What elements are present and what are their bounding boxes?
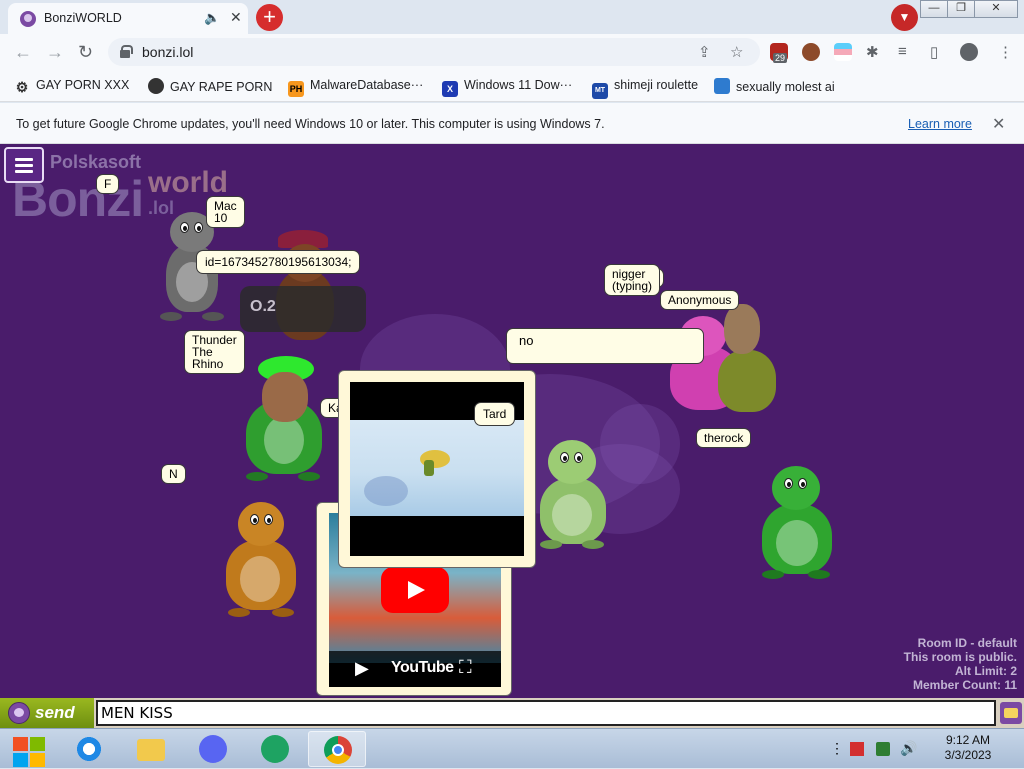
taskbar-clock[interactable]: 9:12 AM 3/3/2023 <box>928 733 1008 763</box>
speaker-icon[interactable]: 🔈 <box>204 10 220 26</box>
youtube-logo[interactable]: YouTube <box>391 659 454 677</box>
play-icon[interactable]: ▶ <box>355 658 369 679</box>
bonzi-buddy-pale-green[interactable] <box>534 438 612 550</box>
maximize-button[interactable]: ❐ <box>947 0 975 18</box>
more-options-icon[interactable]: ⋮ <box>830 740 844 756</box>
new-tab-button[interactable]: + <box>256 4 283 31</box>
bookmark-item[interactable]: GAY RAPE PORN <box>148 78 272 94</box>
fullscreen-icon[interactable]: ⛶ <box>459 657 472 678</box>
tab-title: BonziWORLD <box>44 11 122 25</box>
chat-input[interactable] <box>96 700 996 726</box>
bonziworld-room[interactable]: Polskasoft Bonzi world .lol O.2 F Mac 10… <box>0 144 1024 698</box>
back-arrow-icon[interactable]: ← <box>14 42 32 63</box>
lock-icon[interactable] <box>120 45 133 58</box>
alt-limit-label: Alt Limit: 2 <box>955 664 1017 678</box>
browser-titlebar: BonziWORLD 🔈 ✕ + ▼ — ❐ ✕ <box>0 0 1024 34</box>
x-icon: X <box>442 81 458 97</box>
send-button[interactable]: send <box>0 698 94 728</box>
tab-close-icon[interactable]: ✕ <box>230 9 242 26</box>
bonzi-favicon-icon <box>20 11 36 27</box>
bonzi-buddy-orange[interactable] <box>220 500 304 617</box>
folder-icon <box>137 739 165 761</box>
reload-icon[interactable]: ↻ <box>78 42 93 63</box>
room-status-label: This room is public. <box>903 650 1017 664</box>
url-text: bonzi.lol <box>142 44 194 60</box>
ph-icon: PH <box>288 81 304 97</box>
video-bubble[interactable] <box>338 370 536 568</box>
room-info-panel: Room ID - default This room is public. A… <box>904 636 1017 692</box>
update-infobar: To get future Google Chrome updates, you… <box>0 103 1024 144</box>
room-id-label: Room ID - default <box>917 636 1017 650</box>
name-bubble: Tard <box>474 402 516 426</box>
extension-badge: 29 <box>773 53 788 63</box>
address-bar[interactable]: bonzi.lol ⇪ ☆ <box>108 38 760 66</box>
taskbar-sheets[interactable] <box>246 731 304 767</box>
name-bubble: N <box>161 464 186 484</box>
spreadsheet-icon <box>261 735 289 763</box>
bookmarks-bar: ⚙ GAY PORN XXX GAY RAPE PORN PH MalwareDat… <box>0 70 1024 102</box>
video-frame[interactable] <box>350 420 524 516</box>
name-bubble: therock <box>696 428 752 448</box>
globe-icon <box>148 78 164 94</box>
member-count-label: Member Count: 11 <box>912 678 1017 692</box>
forward-arrow-icon[interactable]: → <box>46 42 64 63</box>
flag-extension-icon[interactable] <box>834 43 852 61</box>
windows-taskbar: ⋮ 🔊 9:12 AM 3/3/2023 <box>0 728 1024 768</box>
speech-bubble: no <box>506 328 704 364</box>
chrome-icon <box>324 736 352 764</box>
tab-search-button[interactable]: ▼ <box>891 4 918 31</box>
media-control-icon[interactable]: ≡ <box>898 43 907 60</box>
name-bubble: Mac 10 <box>206 196 245 228</box>
volume-icon[interactable]: 🔊 <box>900 740 917 756</box>
bookmark-star-icon[interactable]: ☆ <box>730 43 743 61</box>
discord-icon <box>199 735 227 763</box>
tab-bonziworld[interactable]: BonziWORLD 🔈 ✕ <box>8 3 248 34</box>
bonzi-head-icon <box>8 702 30 724</box>
infobar-close-icon[interactable]: ✕ <box>992 114 1005 134</box>
taskbar-file-explorer[interactable] <box>122 731 180 767</box>
action-center-flag-icon[interactable] <box>850 742 864 756</box>
close-window-button[interactable]: ✕ <box>974 0 1018 18</box>
window-controls: — ❐ ✕ <box>920 0 1018 18</box>
avatar-extension-icon[interactable] <box>802 43 820 61</box>
shimeji-icon: MT <box>592 83 608 99</box>
start-button[interactable] <box>6 733 50 767</box>
learn-more-link[interactable]: Learn more <box>908 117 972 131</box>
hamburger-menu-button[interactable] <box>4 147 44 183</box>
bookmark-item[interactable]: X Windows 11 Dow··· <box>442 78 572 97</box>
taskbar-chrome[interactable] <box>308 731 366 767</box>
background-decoration <box>600 404 680 484</box>
dark-overlay-shape: O.2 <box>240 286 366 332</box>
taskbar-internet-explorer[interactable] <box>60 731 118 767</box>
name-bubble: Anonymous <box>660 290 740 310</box>
puzzle-icon[interactable]: ✱ <box>866 43 879 61</box>
name-bubble: nigger (typing) <box>604 264 661 296</box>
bookmark-item[interactable]: ⚙ GAY PORN XXX <box>14 78 130 95</box>
minimize-button[interactable]: — <box>920 0 948 18</box>
share-icon[interactable]: ⇪ <box>698 43 711 61</box>
profile-icon[interactable] <box>960 43 978 61</box>
bonzi-buddy-green[interactable] <box>756 464 838 580</box>
chat-bar: send <box>0 698 1024 728</box>
ai-icon <box>714 78 730 94</box>
speech-bubble: id=1673452780195613034; <box>196 250 361 274</box>
youtube-play-button[interactable] <box>381 567 449 613</box>
taskbar-discord[interactable] <box>184 731 242 767</box>
name-bubble: Thunder The Rhino <box>184 330 245 374</box>
network-icon[interactable] <box>876 742 890 756</box>
bonzi-buddy-green-face[interactable] <box>240 350 330 481</box>
infobar-message: To get future Google Chrome updates, you… <box>16 117 605 131</box>
system-tray: ⋮ 🔊 9:12 AM 3/3/2023 <box>826 729 1024 769</box>
side-panel-icon[interactable]: ▯ <box>930 43 938 61</box>
bookmark-item[interactable]: sexually molest ai <box>714 78 835 94</box>
browser-toolbar: ← → ↻ bonzi.lol ⇪ ☆ ✱ ≡ ▯ ⋮ <box>0 34 1024 70</box>
chat-options-icon[interactable] <box>1000 702 1022 724</box>
internet-explorer-icon <box>75 735 103 763</box>
bookmark-item[interactable]: PH MalwareDatabase··· <box>288 78 423 97</box>
gear-icon: ⚙ <box>15 79 29 95</box>
name-bubble: F <box>96 174 120 194</box>
kebab-menu-icon[interactable]: ⋮ <box>998 43 1013 61</box>
bookmark-item[interactable]: MT shimeji roulette <box>592 78 698 99</box>
